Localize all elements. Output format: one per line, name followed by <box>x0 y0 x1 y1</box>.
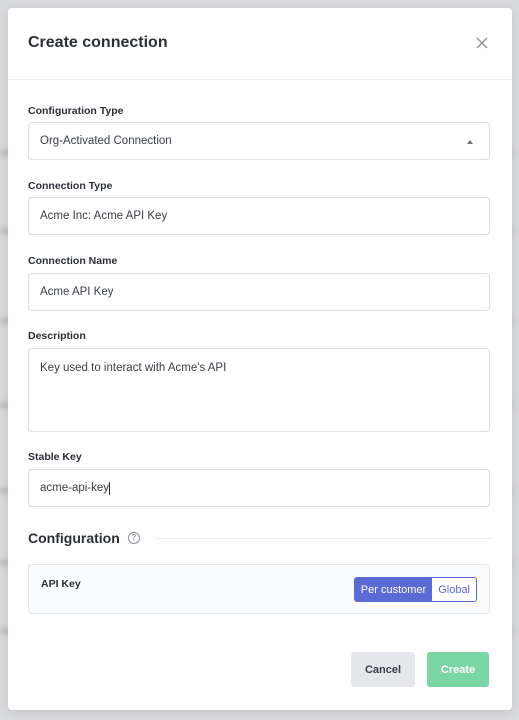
description-textarea[interactable]: Key used to interact with Acme's API <box>28 348 490 432</box>
scope-toggle[interactable]: Per customer Global <box>353 577 477 602</box>
caret-up-icon <box>467 140 473 144</box>
api-key-label: API Key <box>41 578 81 590</box>
per-customer-option[interactable]: Per customer <box>354 578 433 601</box>
question-circle-icon[interactable]: ? <box>127 532 140 544</box>
connection-type-label: Connection Type <box>28 180 113 192</box>
text-cursor <box>109 481 111 495</box>
description-label: Description <box>28 330 86 342</box>
description-value: Key used to interact with Acme's API <box>40 362 227 374</box>
global-option[interactable]: Global <box>432 578 476 601</box>
configuration-type-label: Configuration Type <box>28 105 124 117</box>
configuration-type-select[interactable]: Org-Activated Connection <box>28 122 490 160</box>
section-divider <box>154 538 492 539</box>
configuration-section-title: Configuration ? <box>28 530 140 546</box>
cancel-button[interactable]: Cancel <box>351 652 415 687</box>
configuration-type-value: Org-Activated Connection <box>40 135 172 147</box>
close-icon[interactable] <box>474 35 490 51</box>
connection-name-field[interactable]: Acme API Key <box>28 273 490 311</box>
modal-header: Create connection <box>8 8 512 80</box>
create-button[interactable]: Create <box>427 652 489 687</box>
stable-key-label: Stable Key <box>28 451 82 463</box>
api-key-config-panel: API Key Per customer Global <box>28 564 490 614</box>
create-connection-modal: Create connection Configuration Type Org… <box>8 8 512 710</box>
configuration-title: Configuration <box>28 530 120 546</box>
connection-name-label: Connection Name <box>28 255 118 267</box>
connection-type-value: Acme Inc: Acme API Key <box>40 210 168 222</box>
connection-name-value: Acme API Key <box>40 286 114 298</box>
modal-title: Create connection <box>28 34 168 51</box>
stable-key-value: acme-api-key <box>40 482 110 494</box>
stable-key-field[interactable]: acme-api-key <box>28 469 490 507</box>
connection-type-field[interactable]: Acme Inc: Acme API Key <box>28 197 490 235</box>
